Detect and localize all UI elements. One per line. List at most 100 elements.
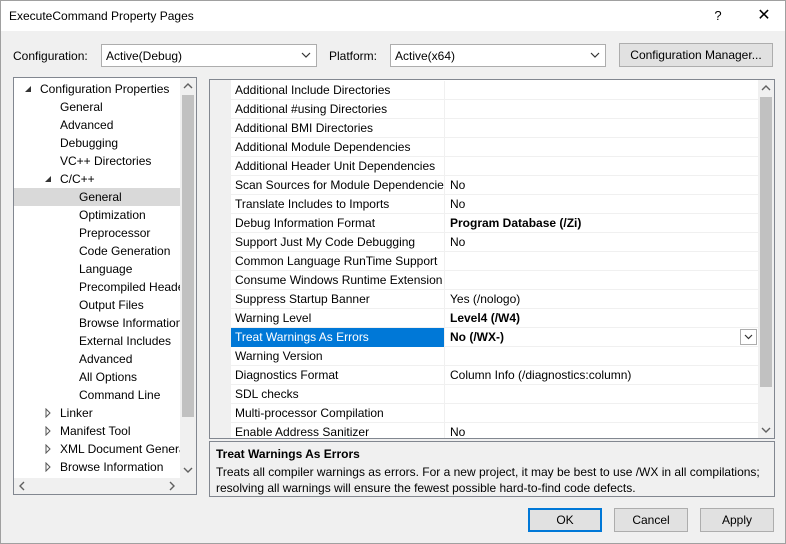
property-value[interactable]: Program Database (/Zi) [446,214,758,233]
tree-item[interactable]: Preprocessor [14,224,180,242]
grid-row[interactable]: Warning Level Level4 (/W4) [231,309,758,328]
tree-vertical-scrollbar[interactable] [180,78,196,478]
property-value[interactable] [446,385,758,404]
tree-item[interactable]: Code Generation [14,242,180,260]
property-name[interactable]: Additional #using Directories [231,100,445,119]
value-dropdown-button[interactable] [740,329,757,345]
property-value[interactable]: No [446,423,758,438]
property-value[interactable]: No [446,176,758,195]
property-name[interactable]: Additional BMI Directories [231,119,445,138]
property-name[interactable]: Multi-processor Compilation [231,404,445,423]
property-value[interactable]: Yes (/nologo) [446,290,758,309]
apply-button[interactable]: Apply [700,508,774,532]
property-name[interactable]: Suppress Startup Banner [231,290,445,309]
scroll-down-icon[interactable] [758,422,774,438]
grid-row[interactable]: Multi-processor Compilation [231,404,758,423]
tree-item[interactable]: Output Files [14,296,180,314]
grid-vertical-scrollbar[interactable] [758,80,774,438]
grid-row[interactable]: Additional #using Directories [231,100,758,119]
tree-item[interactable]: Language [14,260,180,278]
tree-item[interactable]: Command Line [14,386,180,404]
grid-row[interactable]: Support Just My Code Debugging No [231,233,758,252]
close-button[interactable]: ✕ [741,1,786,31]
grid-row[interactable]: Diagnostics Format Column Info (/diagnost… [231,366,758,385]
collapsed-triangle-icon[interactable] [43,462,53,472]
tree-item[interactable]: Advanced [14,116,180,134]
tree-item[interactable]: Precompiled Heade [14,278,180,296]
property-value[interactable]: No [446,233,758,252]
grid-row[interactable]: Additional Header Unit Dependencies [231,157,758,176]
property-name[interactable]: Additional Header Unit Dependencies [231,157,445,176]
expanded-triangle-icon[interactable] [43,174,53,184]
configuration-combo[interactable]: Active(Debug) [101,44,317,67]
property-value[interactable] [446,119,758,138]
grid-row[interactable]: Consume Windows Runtime Extension [231,271,758,290]
ok-button[interactable]: OK [528,508,602,532]
grid-row[interactable]: Debug Information Format Program Database… [231,214,758,233]
collapsed-triangle-icon[interactable] [43,444,53,454]
grid-row[interactable]: Warning Version [231,347,758,366]
tree-item[interactable]: General [14,188,180,206]
property-value[interactable] [446,100,758,119]
tree-item[interactable]: Manifest Tool [14,422,180,440]
grid-row[interactable]: Common Language RunTime Support [231,252,758,271]
configuration-manager-button[interactable]: Configuration Manager... [619,43,773,67]
tree-horizontal-scrollbar[interactable] [14,478,196,494]
collapsed-triangle-icon[interactable] [43,426,53,436]
tree-item[interactable]: VC++ Directories [14,152,180,170]
grid-scroll-thumb[interactable] [760,97,772,387]
property-name[interactable]: Diagnostics Format [231,366,445,385]
scroll-up-icon[interactable] [758,80,774,96]
tree-item[interactable]: Browse Information [14,458,180,476]
scroll-down-icon[interactable] [180,462,196,478]
property-name[interactable]: Additional Include Directories [231,81,445,100]
property-name[interactable]: Debug Information Format [231,214,445,233]
property-name[interactable]: Warning Version [231,347,445,366]
collapsed-triangle-icon[interactable] [43,408,53,418]
expanded-triangle-icon[interactable] [23,84,33,94]
property-name[interactable]: Translate Includes to Imports [231,195,445,214]
grid-row[interactable]: Scan Sources for Module Dependencies No [231,176,758,195]
property-value[interactable] [446,404,758,423]
tree-item[interactable]: External Includes [14,332,180,350]
property-name[interactable]: Additional Module Dependencies [231,138,445,157]
grid-row[interactable]: Enable Address Sanitizer No [231,423,758,438]
grid-row[interactable]: Additional Include Directories [231,81,758,100]
tree-item[interactable]: C/C++ [14,170,180,188]
property-value[interactable] [446,157,758,176]
property-name[interactable]: Support Just My Code Debugging [231,233,445,252]
property-name[interactable]: Scan Sources for Module Dependencies [231,176,445,195]
property-value[interactable] [446,347,758,366]
property-name[interactable]: SDL checks [231,385,445,404]
scroll-left-icon[interactable] [14,478,30,494]
property-value[interactable] [446,271,758,290]
tree-item[interactable]: Optimization [14,206,180,224]
tree-item[interactable]: Linker [14,404,180,422]
grid-row[interactable]: Additional BMI Directories [231,119,758,138]
tree-item[interactable]: XML Document Genera [14,440,180,458]
scroll-up-icon[interactable] [180,78,196,94]
property-name[interactable]: Common Language RunTime Support [231,252,445,271]
tree-item[interactable]: Browse Information [14,314,180,332]
property-name[interactable]: Consume Windows Runtime Extension [231,271,445,290]
platform-combo[interactable]: Active(x64) [390,44,606,67]
tree-item[interactable]: Advanced [14,350,180,368]
property-value[interactable] [446,138,758,157]
property-value[interactable]: No [446,195,758,214]
scroll-right-icon[interactable] [164,478,180,494]
grid-row[interactable]: SDL checks [231,385,758,404]
tree-item[interactable]: General [14,98,180,116]
property-value[interactable] [446,252,758,271]
property-name[interactable]: Treat Warnings As Errors [231,328,445,347]
property-value[interactable]: Level4 (/W4) [446,309,758,328]
property-name[interactable]: Enable Address Sanitizer [231,423,445,438]
grid-row[interactable]: Suppress Startup Banner Yes (/nologo) [231,290,758,309]
tree-item[interactable]: Debugging [14,134,180,152]
help-button[interactable]: ? [695,1,741,31]
grid-row[interactable]: Treat Warnings As Errors No (/WX-) [231,328,758,347]
property-value[interactable] [446,81,758,100]
property-value[interactable]: Column Info (/diagnostics:column) [446,366,758,385]
property-name[interactable]: Warning Level [231,309,445,328]
cancel-button[interactable]: Cancel [614,508,688,532]
tree-item[interactable]: All Options [14,368,180,386]
